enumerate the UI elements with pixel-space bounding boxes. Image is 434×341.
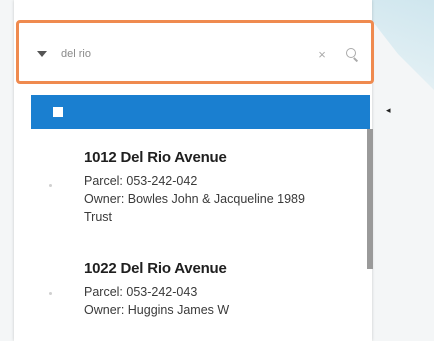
result-owner-cont: Trust [84, 210, 113, 224]
close-icon[interactable]: × [315, 47, 329, 62]
result-parcel: Parcel: 053-242-042 [84, 174, 198, 188]
search-highlight-box: × [16, 20, 374, 84]
result-owner: Owner: Huggins James W [84, 303, 230, 317]
search-icon[interactable] [345, 47, 359, 62]
result-address: 1022 Del Rio Avenue [84, 260, 227, 277]
result-item[interactable]: 1022 Del Rio Avenue Parcel: 053-242-043 … [84, 260, 370, 319]
search-input[interactable] [61, 48, 315, 60]
result-address: 1012 Del Rio Avenue [84, 149, 227, 166]
result-item[interactable]: 1012 Del Rio Avenue Parcel: 053-242-042 … [84, 149, 370, 226]
result-parcel: Parcel: 053-242-043 [84, 285, 198, 299]
results-header-bar [31, 95, 370, 129]
collapse-panel-icon[interactable]: ◂ [386, 104, 396, 116]
select-all-checkbox[interactable] [53, 107, 63, 117]
search-bar: × [25, 41, 365, 67]
results-list: 1012 Del Rio Avenue Parcel: 053-242-042 … [31, 129, 370, 341]
result-marker [49, 292, 52, 295]
result-owner: Owner: Bowles John & Jacqueline 1989 [84, 192, 305, 206]
triangle-down-icon[interactable] [37, 51, 47, 57]
result-marker [49, 184, 52, 187]
